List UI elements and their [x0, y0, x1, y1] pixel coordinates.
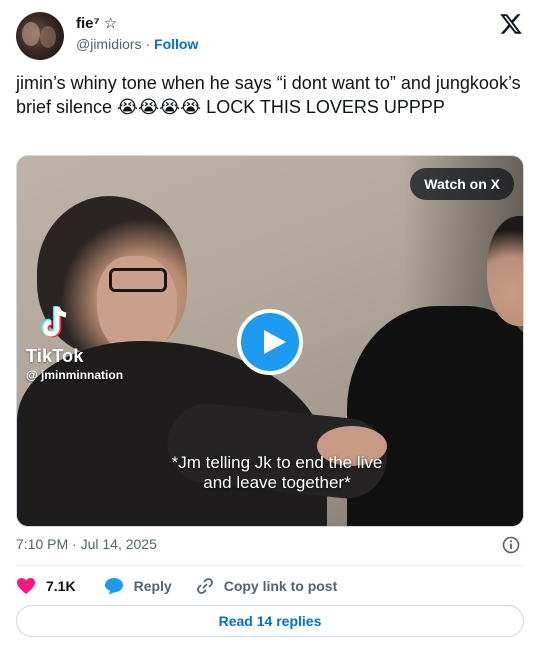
info-icon[interactable]: [502, 536, 520, 554]
copy-link-button[interactable]: Copy link to post: [196, 577, 338, 595]
glasses: [109, 268, 167, 292]
x-logo-icon[interactable]: [499, 12, 523, 36]
figure-right-body: [347, 306, 523, 526]
like-button[interactable]: 7.1K: [16, 577, 76, 595]
speech-bubble-icon: [104, 578, 123, 595]
tweet-text: jimin’s whiny tone when he says “i dont …: [16, 73, 521, 117]
watch-on-x-button[interactable]: Watch on X: [410, 168, 514, 200]
avatar-shape: [22, 22, 40, 46]
avatar[interactable]: [16, 12, 64, 60]
play-icon: [264, 330, 286, 354]
action-bar: 7.1K Reply Copy link to post: [16, 576, 337, 596]
timestamp[interactable]: 7:10 PM · Jul 14, 2025: [16, 536, 157, 552]
play-button[interactable]: [237, 309, 303, 375]
reply-button[interactable]: Reply: [104, 577, 172, 595]
caption-line: *Jm telling Jk to end the live: [171, 453, 383, 472]
reply-label: Reply: [133, 578, 172, 594]
tiktok-username: @ jminminnation: [26, 368, 124, 382]
avatar-shape: [40, 26, 56, 48]
like-count: 7.1K: [46, 578, 76, 594]
copy-link-label: Copy link to post: [223, 578, 338, 594]
link-icon: [196, 578, 213, 594]
heart-icon: [17, 578, 35, 594]
separator: ·: [145, 36, 151, 52]
read-replies-button[interactable]: Read 14 replies: [16, 605, 524, 637]
caption-line: and leave together*: [203, 473, 351, 492]
follow-button[interactable]: Follow: [154, 36, 198, 52]
video-caption: *Jm telling Jk to end the live and leave…: [147, 453, 407, 493]
divider: [16, 565, 524, 566]
author-handle-row: @jimidiors · Follow: [76, 36, 198, 52]
author-handle[interactable]: @jimidiors: [76, 36, 142, 52]
tiktok-brand: TikTok: [26, 346, 84, 366]
video-thumbnail[interactable]: TikTok @ jminminnation *Jm telling Jk to…: [16, 155, 524, 527]
author-name[interactable]: fie⁷ ☆: [76, 14, 117, 32]
tiktok-logo-icon: [41, 306, 67, 338]
